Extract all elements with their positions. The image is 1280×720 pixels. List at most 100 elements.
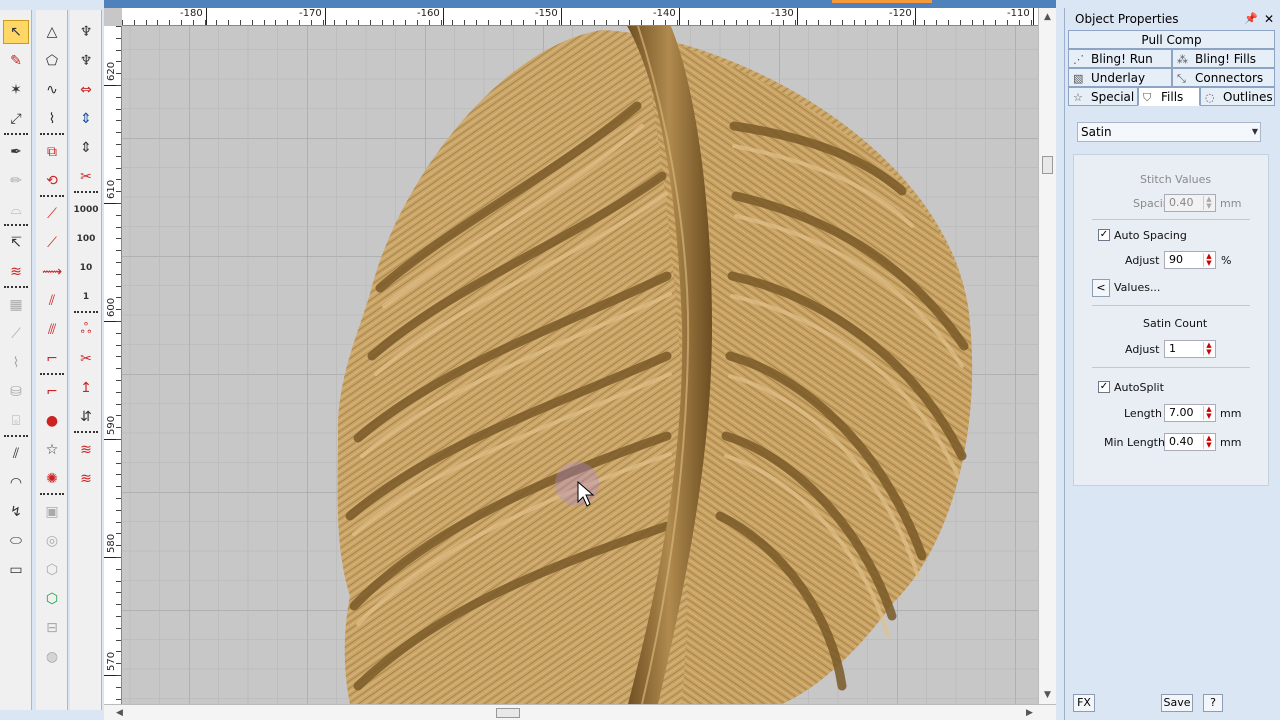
rosette-tool[interactable]: ✺ [39, 467, 65, 491]
close-icon[interactable]: ✕ [1264, 8, 1274, 30]
pencil-disabled-tool[interactable]: ✏ [3, 169, 29, 193]
tab-connectors[interactable]: ⤡ Connectors [1172, 68, 1275, 87]
satin-adjust-stepper[interactable]: ▲ ▼ [1203, 342, 1214, 356]
polygon-tool[interactable]: ⬠ [39, 49, 65, 73]
vertical-scrollbar[interactable]: ▲ ▼ [1038, 8, 1056, 704]
hexagon-disabled-tool[interactable]: ⬡ [39, 558, 65, 582]
pin-icon[interactable]: 📌 [1244, 8, 1258, 30]
crop-tool[interactable]: ⧉ [39, 140, 65, 164]
scissors-tool[interactable]: ✂ [73, 165, 99, 189]
slider-disabled-tool[interactable]: ⊟ [39, 616, 65, 640]
fill-type-select[interactable]: Satin ▼ [1077, 122, 1261, 142]
brush-disabled-tool[interactable]: ⌇ [3, 351, 29, 375]
step-100-tool[interactable]: 100 [73, 227, 99, 251]
spacing-stepper[interactable]: ▲ ▼ [1203, 196, 1214, 210]
circles-disabled-tool[interactable]: ◎ [39, 529, 65, 553]
line-1-tool[interactable]: ⟋ [39, 202, 65, 226]
circle-fill-tool[interactable]: ● [39, 409, 65, 433]
fx-button[interactable]: FX [1073, 694, 1095, 712]
freehand-tool[interactable]: ⌇ [39, 107, 65, 131]
horizontal-scroll-thumb[interactable] [496, 708, 520, 718]
values-toggle-button[interactable]: < [1092, 279, 1110, 297]
star-select-tool[interactable]: ✶ [3, 78, 29, 102]
step-1-tool[interactable]: 1 [73, 285, 99, 309]
polyline-3-tool[interactable]: ⌐ [39, 380, 65, 404]
length-stepper[interactable]: ▲ ▼ [1203, 406, 1214, 420]
align-disabled-tool[interactable]: ▦ [3, 293, 29, 317]
select-tool[interactable]: ↖ [3, 20, 29, 44]
trim-tool[interactable]: ✂ [73, 347, 99, 371]
autosplit-checkbox[interactable]: ✓ [1098, 381, 1110, 393]
camera-disabled-tool[interactable]: ⌺ [3, 409, 29, 433]
arc-tool[interactable]: ◠ [3, 471, 29, 495]
embroidery-work-area[interactable] [122, 26, 1038, 704]
curve-tool[interactable]: ∿ [39, 78, 65, 102]
stitch-arrows-tool[interactable]: ⇕ [73, 136, 99, 160]
spacing-field[interactable]: 0.40 ▲ ▼ [1164, 194, 1216, 212]
min-length-field[interactable]: 0.40 ▲ ▼ [1164, 433, 1216, 451]
knife-disabled-tool[interactable]: ⟋ [3, 322, 29, 346]
step-1000-tool[interactable]: 1000 [73, 198, 99, 222]
scroll-down-icon[interactable]: ▼ [1044, 690, 1051, 700]
ruler-label: 580 [106, 533, 117, 553]
bezier-tool[interactable]: ↯ [3, 500, 29, 524]
scroll-left-icon[interactable]: ◀ [116, 708, 123, 718]
min-length-stepper[interactable]: ▲ ▼ [1203, 435, 1214, 449]
round-disabled-tool[interactable]: ◍ [39, 645, 65, 669]
horizontal-scrollbar[interactable]: ◀ ▶ [104, 704, 1056, 720]
zigzag-tool[interactable]: ⟿ [39, 260, 65, 284]
rotate-tool[interactable]: ⟲ [39, 169, 65, 193]
ruler-label: -180 [180, 8, 203, 19]
pen-tool[interactable]: ✒ [3, 140, 29, 164]
parallel-lines-tool[interactable]: ⫽ [3, 442, 29, 466]
tab-special[interactable]: ☆ Special [1068, 87, 1138, 106]
tab-pull-comp[interactable]: Pull Comp [1068, 30, 1275, 49]
hexagon-green-tool[interactable]: ⬡ [39, 587, 65, 611]
cross-hatch-tool[interactable]: ⫻ [39, 318, 65, 342]
jump-arrows-tool[interactable]: ⇵ [73, 405, 99, 429]
run-stitch-2-tool[interactable]: ≋ [73, 467, 99, 491]
save-button[interactable]: Save [1161, 694, 1193, 712]
satin-adjust-field[interactable]: 1 ▲ ▼ [1164, 340, 1216, 358]
frame-disabled-tool[interactable]: ▣ [39, 500, 65, 524]
stitch-select-tool[interactable]: ↸ [3, 231, 29, 255]
ellipse-tool[interactable]: ⬭ [3, 529, 29, 553]
reshape-tool[interactable]: ✎ [3, 49, 29, 73]
scroll-right-icon[interactable]: ▶ [1026, 708, 1033, 718]
design-canvas[interactable]: -180 -170 -160 -150 -140 -130 -120 -110 620 610 6… [104, 0, 1056, 720]
step-10-tool[interactable]: 10 [73, 256, 99, 280]
polyline-tool[interactable]: ⌐ [39, 347, 65, 371]
tab-underlay[interactable]: ▧ Underlay [1068, 68, 1172, 87]
chevron-down-icon[interactable]: ▼ [1252, 123, 1258, 141]
machine-stitch-2-tool[interactable]: ♆ [73, 49, 99, 73]
scroll-up-icon[interactable]: ▲ [1044, 12, 1051, 22]
star-tool[interactable]: ☆ [39, 438, 65, 462]
point-select-tool[interactable]: ⤢ [3, 107, 29, 131]
stitch-edit-tool[interactable]: ≋ [3, 260, 29, 284]
tab-fills[interactable]: ⛉ Fills [1138, 87, 1200, 106]
line-3-tool[interactable]: ⟋ [39, 231, 65, 255]
adjust-field[interactable]: 90 ▲ ▼ [1164, 251, 1216, 269]
stitch-width-tool[interactable]: ⇔ [73, 78, 99, 102]
ruler-tick [679, 8, 680, 25]
jump-tool[interactable]: ↥ [73, 376, 99, 400]
machine-stitch-tool[interactable]: ♆ [73, 20, 99, 44]
tie-stitch-tool[interactable]: ஃ [73, 318, 99, 342]
auto-spacing-checkbox[interactable]: ✓ [1098, 229, 1110, 241]
tab-bling-run[interactable]: ⋰ Bling! Run [1068, 49, 1172, 68]
tab-outlines[interactable]: ◌ Outlines [1200, 87, 1275, 106]
embroidery-design[interactable] [122, 26, 1038, 704]
rectangle-tool[interactable]: ▭ [3, 558, 29, 582]
vertical-scroll-thumb[interactable] [1042, 156, 1053, 174]
hatch-tool[interactable]: ⫽ [39, 289, 65, 313]
stamp-disabled-tool[interactable]: ⌓ [3, 198, 29, 222]
adjust-stepper[interactable]: ▲ ▼ [1203, 253, 1214, 267]
satin-adjust-label: Adjust [1125, 343, 1160, 356]
triangle-tool[interactable]: △ [39, 20, 65, 44]
stitch-color-tool[interactable]: ⇕ [73, 107, 99, 131]
tab-bling-fills[interactable]: ⁂ Bling! Fills [1172, 49, 1275, 68]
length-field[interactable]: 7.00 ▲ ▼ [1164, 404, 1216, 422]
bucket-disabled-tool[interactable]: ⛁ [3, 380, 29, 404]
run-stitch-tool[interactable]: ≋ [73, 438, 99, 462]
help-button[interactable]: ? [1203, 694, 1223, 712]
